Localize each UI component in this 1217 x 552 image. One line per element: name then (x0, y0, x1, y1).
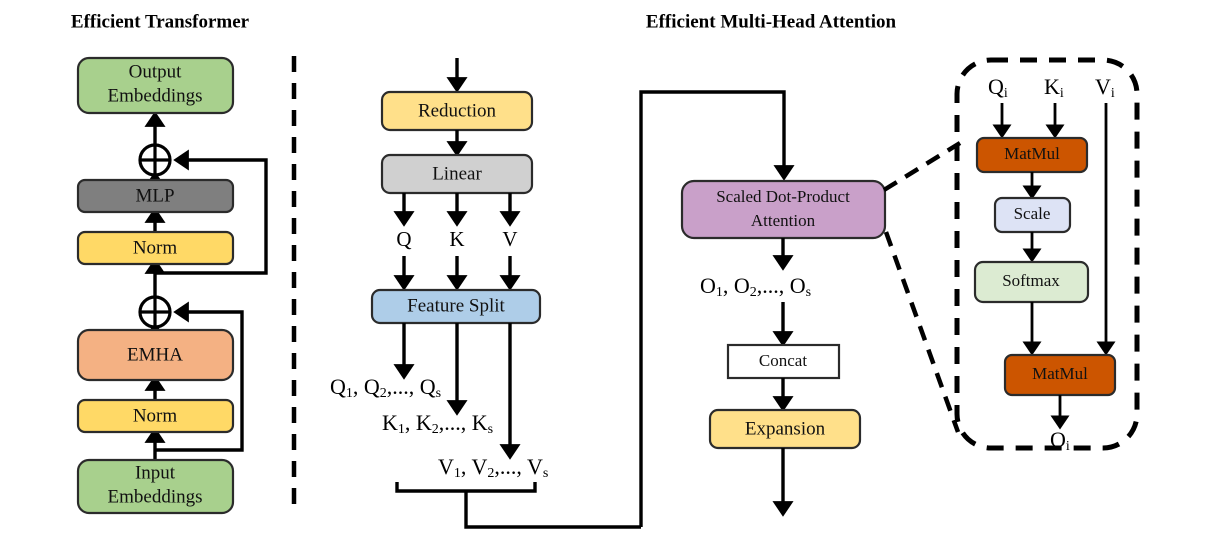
node-emha-label: EMHA (127, 344, 183, 365)
node-reduction-label: Reduction (418, 100, 497, 121)
node-feature-split-label: Feature Split (407, 295, 505, 316)
node-norm-bottom-label: Norm (133, 405, 178, 426)
sequence-o: O1, O2,..., Os (700, 273, 811, 300)
left-panel-title: Efficient Transformer (71, 11, 250, 32)
sequence-q: Q1, Q2,..., Qs (330, 374, 441, 401)
node-matmul-v-label: MatMul (1032, 364, 1088, 383)
node-matmul-qk-label: MatMul (1004, 144, 1060, 163)
node-input-embeddings-label-line1: Input (135, 462, 176, 483)
node-mlp-label: MLP (135, 185, 174, 206)
label-q: Q (396, 227, 411, 251)
sequence-v: V1, V2,..., Vs (438, 454, 548, 481)
node-norm-top-label: Norm (133, 237, 178, 258)
sequence-k: K1, K2,..., Ks (382, 410, 493, 437)
node-output-embeddings-label-line1: Output (129, 61, 183, 82)
detail-input-k: Ki (1044, 74, 1064, 101)
diagram-canvas: Efficient Transformer Efficient Multi-He… (71, 11, 1140, 529)
attention-feed-path (639, 90, 795, 527)
node-softmax-label: Softmax (1002, 271, 1060, 290)
detail-input-v: Vi (1095, 74, 1115, 101)
node-scaled-dot-product-attention-label-line1: Scaled Dot-Product (716, 187, 850, 206)
sequence-collector-routing (464, 491, 641, 529)
node-scaled-dot-product-attention-label-line2: Attention (751, 211, 816, 230)
node-output-embeddings-label-line2: Embeddings (108, 85, 203, 106)
node-linear-label: Linear (432, 163, 482, 184)
node-concat-label: Concat (759, 351, 807, 370)
label-v: V (502, 227, 517, 251)
node-scale-label: Scale (1014, 204, 1051, 223)
detail-input-q: Qi (988, 74, 1008, 101)
node-expansion-label: Expansion (745, 418, 826, 439)
callout-leader-bottom (883, 231, 961, 433)
diagram-root: Efficient Transformer Efficient Multi-He… (0, 0, 1217, 552)
detail-output-o: Oi (1050, 427, 1070, 454)
label-k: K (449, 227, 464, 251)
callout-leader-top (882, 141, 962, 192)
node-input-embeddings-label-line2: Embeddings (108, 486, 203, 507)
right-panel-title: Efficient Multi-Head Attention (646, 11, 897, 32)
sequence-collector-bracket (395, 482, 537, 493)
